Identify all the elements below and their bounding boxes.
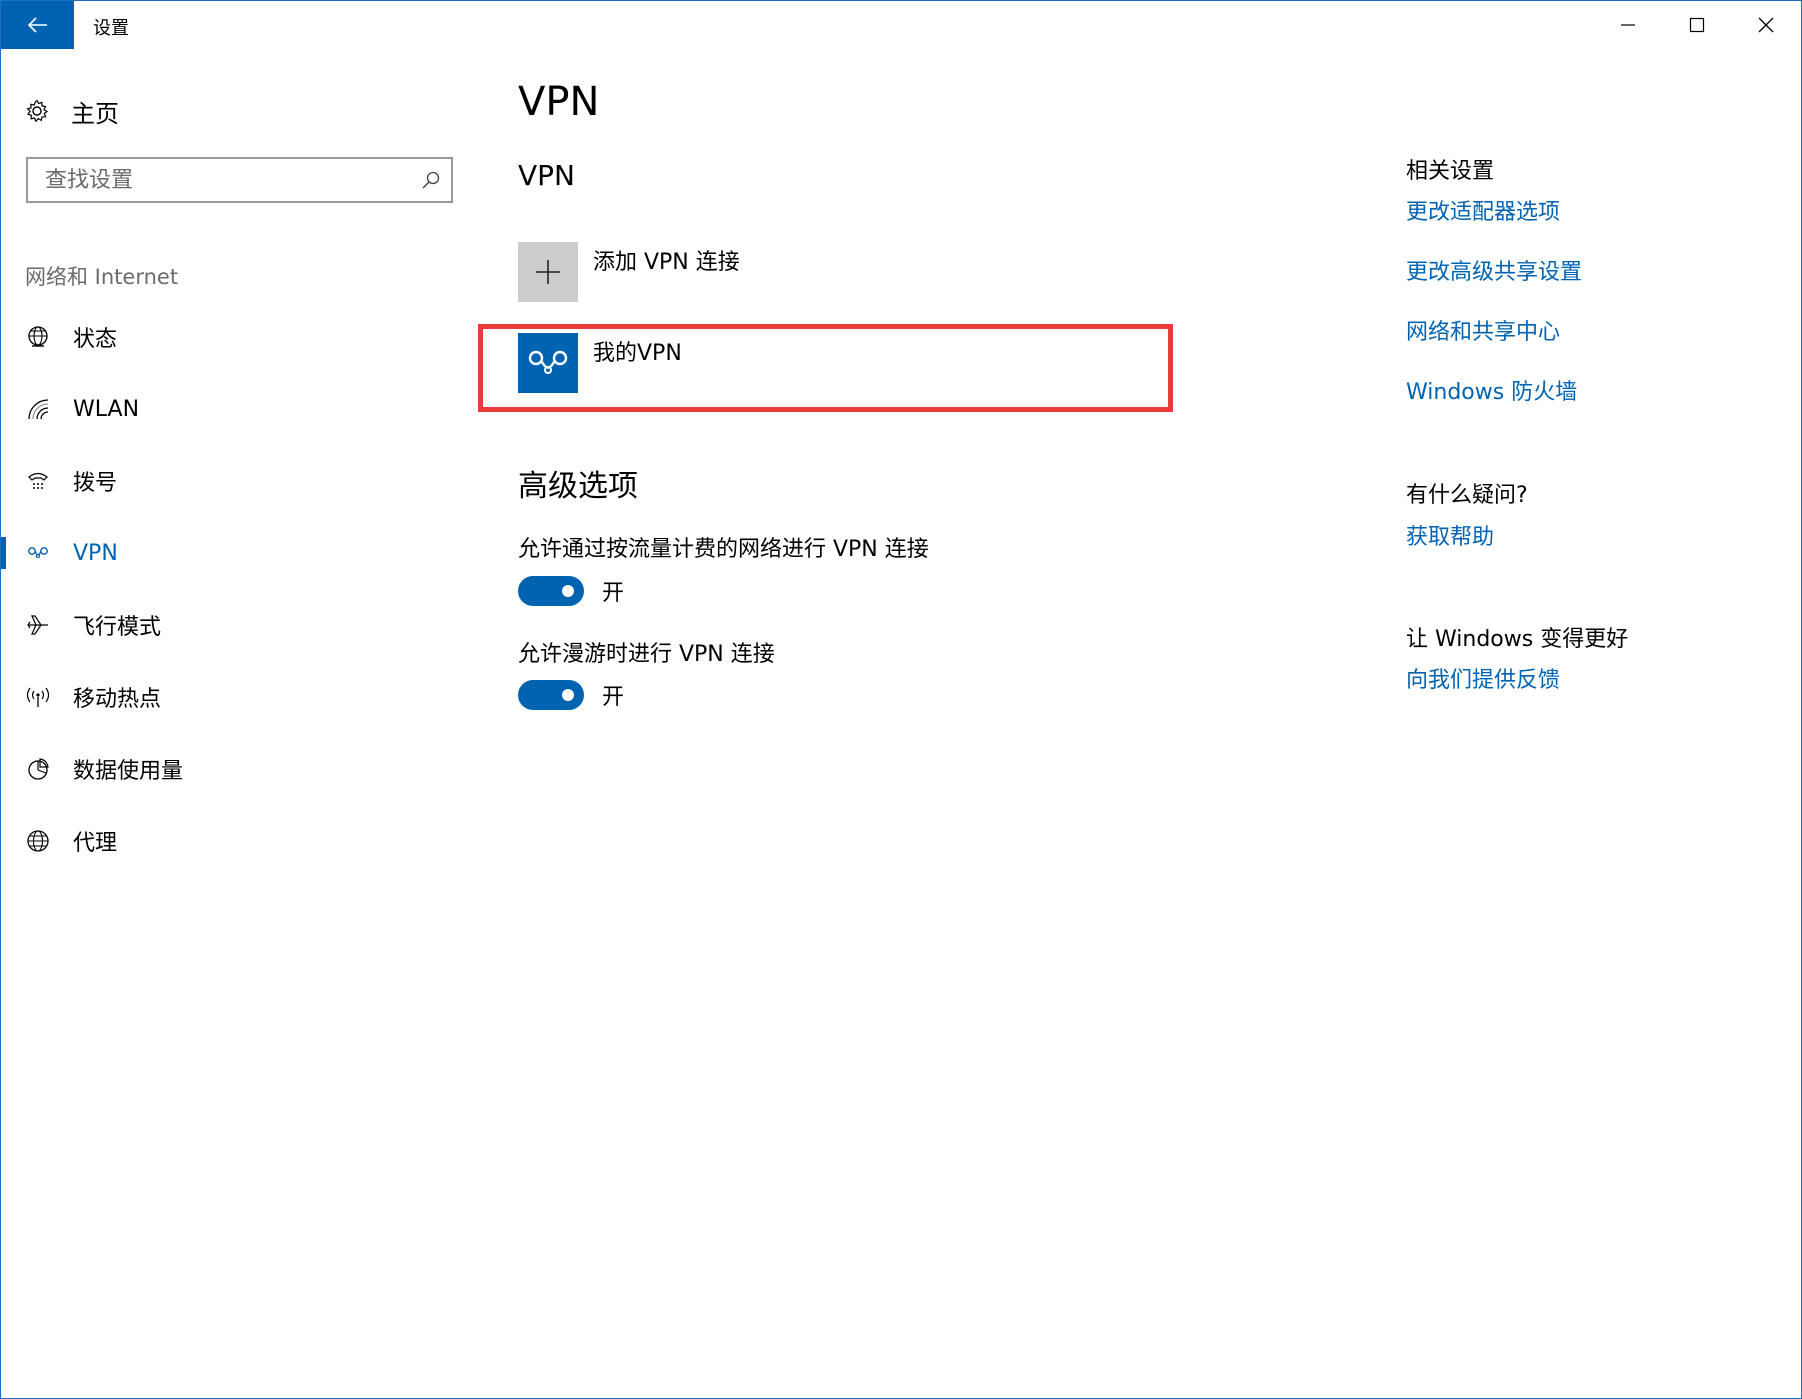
roaming-toggle[interactable]: [518, 680, 584, 710]
sidebar-item-vpn[interactable]: VPN: [1, 525, 471, 581]
vpn-connection-name: 我的VPN: [593, 341, 682, 366]
back-arrow-icon: [27, 17, 47, 33]
metered-network-toggle-row: 开: [518, 575, 624, 607]
window-title: 设置: [93, 18, 129, 39]
sidebar-item-label: WLAN: [73, 396, 140, 422]
close-button[interactable]: [1731, 1, 1800, 49]
gear-icon: [26, 99, 49, 123]
toggle-knob: [562, 689, 574, 701]
toggle-state-label: 开: [602, 685, 625, 710]
vpn-connection-tile: [518, 333, 578, 393]
sidebar-item-proxy[interactable]: 代理: [1, 813, 471, 869]
back-button[interactable]: [1, 1, 74, 49]
sidebar-item-label: 状态: [73, 327, 118, 352]
sidebar-item-hotspot[interactable]: 移动热点: [1, 669, 471, 725]
sidebar-item-label: VPN: [73, 540, 118, 566]
metered-network-option-label: 允许通过按流量计费的网络进行 VPN 连接: [518, 537, 929, 562]
wifi-icon: [25, 396, 51, 422]
settings-window: 设置 主页 查找设置 网络和 Internet 状态 WLAN 拨号 VPN 飞…: [0, 0, 1802, 1399]
add-vpn-button[interactable]: 添加 VPN 连接: [518, 242, 1078, 304]
dialup-icon: [25, 468, 51, 494]
sidebar-item-status[interactable]: 状态: [1, 309, 471, 365]
minimize-button[interactable]: [1593, 1, 1662, 49]
toggle-knob: [562, 585, 574, 597]
windows-firewall-link[interactable]: Windows 防火墙: [1406, 374, 1577, 406]
sidebar: 主页 网络和 Internet 状态: [1, 49, 471, 1398]
minimize-icon: [1620, 24, 1635, 26]
roaming-toggle-row: 开: [518, 679, 624, 711]
sidebar-item-label: 移动热点: [73, 687, 162, 712]
title-bar: 设置: [1, 1, 1801, 49]
search-input[interactable]: [43, 166, 407, 194]
maximize-icon: [1689, 17, 1704, 33]
sidebar-item-airplane[interactable]: 飞行模式: [1, 597, 471, 653]
toggle-state-label: 开: [602, 581, 625, 606]
airplane-icon: [25, 612, 51, 638]
sidebar-item-dialup[interactable]: 拨号: [1, 453, 471, 509]
vpn-icon: [25, 540, 51, 566]
globe-status-icon: [25, 324, 51, 350]
roaming-option-label: 允许漫游时进行 VPN 连接: [518, 642, 775, 667]
sidebar-item-label: 飞行模式: [73, 615, 162, 640]
add-vpn-label: 添加 VPN 连接: [593, 250, 740, 275]
question-heading: 有什么疑问?: [1406, 483, 1528, 508]
sidebar-item-wlan[interactable]: WLAN: [1, 381, 471, 437]
hotspot-icon: [25, 684, 51, 710]
page-title: VPN: [518, 79, 600, 125]
add-vpn-tile: [518, 242, 578, 302]
maximize-button[interactable]: [1662, 1, 1731, 49]
sidebar-item-data-usage[interactable]: 数据使用量: [1, 741, 471, 797]
adapter-options-link[interactable]: 更改适配器选项: [1406, 194, 1560, 226]
plus-icon: [536, 260, 560, 284]
active-indicator: [1, 537, 6, 569]
close-icon: [1758, 17, 1773, 33]
vpn-connection-item[interactable]: 我的VPN: [518, 333, 1078, 395]
advanced-sharing-link[interactable]: 更改高级共享设置: [1406, 254, 1582, 286]
sidebar-item-label: 拨号: [73, 471, 118, 496]
home-label: 主页: [71, 99, 119, 128]
sidebar-item-label: 代理: [73, 831, 118, 856]
vpn-section-title: VPN: [518, 159, 575, 192]
related-settings-heading: 相关设置: [1406, 159, 1495, 184]
vpn-icon: [528, 350, 568, 374]
section-label: 网络和 Internet: [25, 265, 179, 289]
search-box[interactable]: [26, 157, 453, 203]
search-icon: [422, 171, 440, 189]
metered-network-toggle[interactable]: [518, 576, 584, 606]
advanced-options-title: 高级选项: [518, 469, 638, 504]
network-sharing-center-link[interactable]: 网络和共享中心: [1406, 314, 1560, 346]
sidebar-item-label: 数据使用量: [73, 759, 184, 784]
home-link[interactable]: 主页: [25, 93, 119, 129]
globe-icon: [25, 828, 51, 854]
feedback-heading: 让 Windows 变得更好: [1406, 627, 1629, 652]
feedback-link[interactable]: 向我们提供反馈: [1406, 662, 1560, 694]
get-help-link[interactable]: 获取帮助: [1406, 519, 1494, 551]
data-usage-icon: [25, 756, 51, 782]
